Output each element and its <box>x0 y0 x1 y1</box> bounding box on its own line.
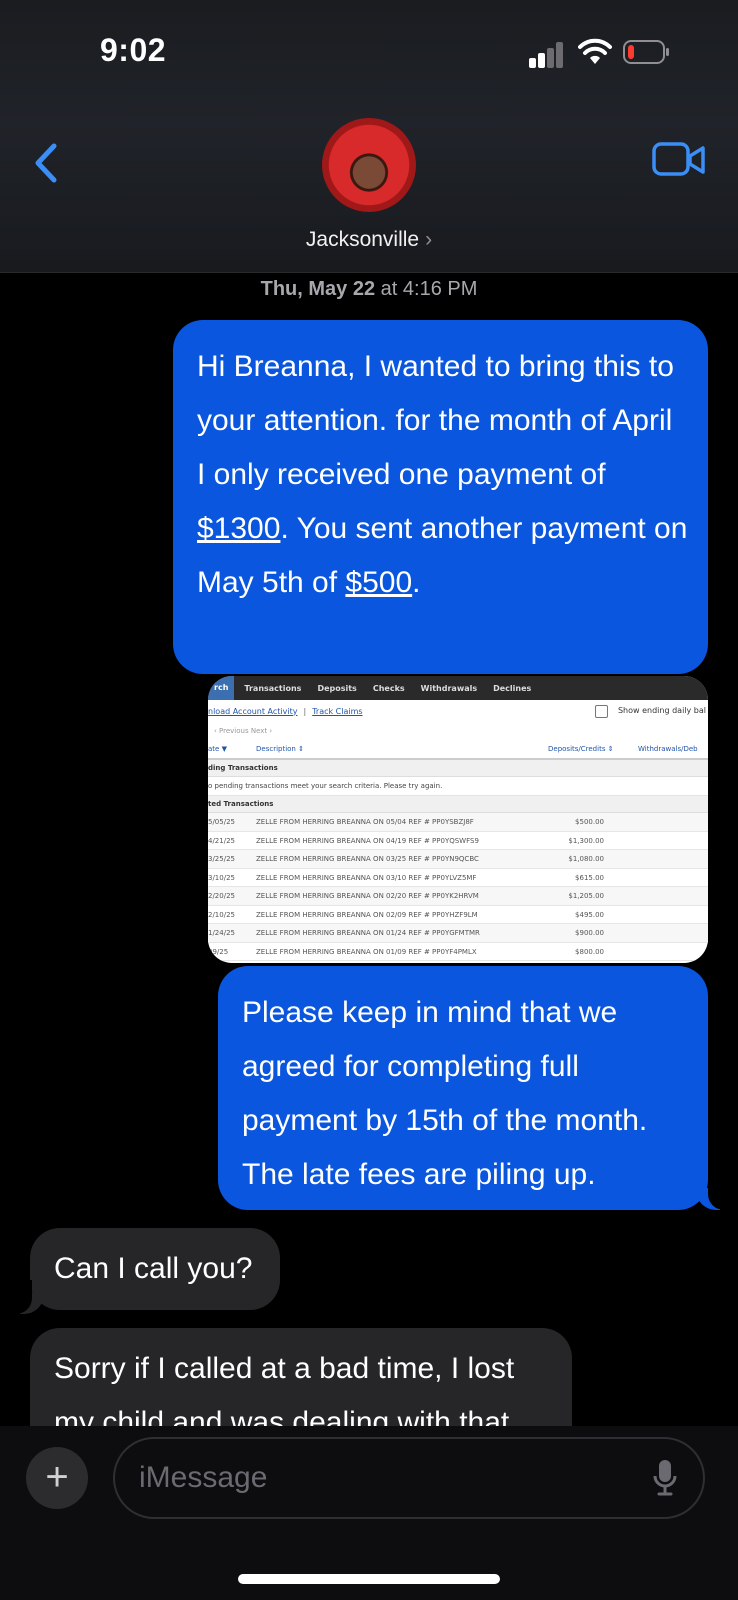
row-amount: $1,080.00 <box>568 855 604 863</box>
battery-icon <box>623 40 669 64</box>
contact-name-button[interactable]: Jacksonville › <box>0 228 738 252</box>
table-row: 4/21/25 ZELLE FROM HERRING BREANNA ON 04… <box>208 832 708 850</box>
message-text: Hi Breanna, I wanted to bring this to yo… <box>197 350 674 491</box>
row-description: ZELLE FROM HERRING BREANNA ON 02/20 REF … <box>256 892 479 900</box>
screenshot-tab: Checks <box>372 683 405 693</box>
home-indicator[interactable] <box>238 1574 500 1584</box>
row-date: 2/20/25 <box>208 892 235 900</box>
screenshot-tab: Deposits <box>317 683 357 693</box>
row-amount: $800.00 <box>575 947 604 956</box>
received-message-bubble[interactable]: Can I call you? <box>30 1228 280 1310</box>
row-description: ZELLE FROM HERRING BREANNA ON 01/09 REF … <box>256 947 477 956</box>
microphone-icon[interactable] <box>653 1459 677 1497</box>
contact-avatar[interactable] <box>322 118 416 212</box>
row-amount: $495.00 <box>575 910 604 919</box>
money-link[interactable]: $500 <box>345 566 412 599</box>
row-date: 5/05/25 <box>208 818 235 826</box>
table-row: 1/24/25 ZELLE FROM HERRING BREANNA ON 01… <box>208 924 708 943</box>
screenshot-section-title: ted Transactions <box>208 796 708 813</box>
table-row: 5/05/25 ZELLE FROM HERRING BREANNA ON 05… <box>208 813 708 832</box>
row-description: ZELLE FROM HERRING BREANNA ON 03/25 REF … <box>256 855 479 863</box>
row-date: 3/10/25 <box>208 873 235 882</box>
conversation-header: 9:02 Jacksonville › <box>0 0 738 273</box>
row-description: ZELLE FROM HERRING BREANNA ON 01/24 REF … <box>256 929 480 937</box>
message-text: . <box>412 566 421 599</box>
screenshot-nav-bar: rch Transactions Deposits Checks Withdra… <box>208 676 708 700</box>
row-date: 09/25 <box>208 947 229 956</box>
screenshot-table-header: ate ▼ Description ⇕ Deposits/Credits ⇕ W… <box>208 740 708 760</box>
cellular-signal-icon <box>529 42 565 68</box>
bank-screenshot-image[interactable]: rch Transactions Deposits Checks Withdra… <box>208 676 708 963</box>
table-row: 2/10/25 ZELLE FROM HERRING BREANNA ON 02… <box>208 906 708 924</box>
money-link[interactable]: $1300 <box>197 512 280 545</box>
timestamp-time: at 4:16 PM <box>375 278 478 300</box>
screenshot-tab: Withdrawals <box>420 683 478 693</box>
row-date: 2/10/25 <box>208 910 235 919</box>
row-amount: $1,205.00 <box>568 892 604 900</box>
status-time: 9:02 <box>100 32 167 68</box>
row-description: ZELLE FROM HERRING BREANNA ON 02/09 REF … <box>256 910 478 919</box>
screenshot-tab: rch <box>208 676 235 700</box>
screenshot-empty-note: o pending transactions meet your search … <box>208 777 708 796</box>
table-row: 3/10/25 ZELLE FROM HERRING BREANNA ON 03… <box>208 869 708 887</box>
screenshot-section-title: ding Transactions <box>208 760 708 777</box>
sent-message-bubble[interactable]: Please keep in mind that we agreed for c… <box>218 966 708 1210</box>
screenshot-checkbox <box>595 705 608 718</box>
screenshot-link: Track Claims <box>312 706 363 716</box>
screenshot-link: nload Account Activity <box>208 706 298 716</box>
chevron-right-icon: › <box>425 228 433 251</box>
screenshot-tab: Declines <box>493 683 532 693</box>
back-chevron-icon[interactable] <box>28 140 68 186</box>
row-date: 3/25/25 <box>208 855 235 863</box>
imessage-placeholder: iMessage <box>139 1461 268 1494</box>
row-amount: $615.00 <box>575 873 604 882</box>
message-text: Please keep in mind that we agreed for c… <box>242 996 648 1191</box>
wifi-icon <box>578 38 612 64</box>
row-amount: $500.00 <box>575 818 604 826</box>
row-date: 4/21/25 <box>208 836 235 845</box>
table-row: 3/25/25 ZELLE FROM HERRING BREANNA ON 03… <box>208 850 708 869</box>
imessage-input[interactable]: iMessage <box>113 1437 705 1519</box>
screenshot-rows: 5/05/25 ZELLE FROM HERRING BREANNA ON 05… <box>208 813 708 961</box>
screenshot-pager: ‹ Previous Next › <box>214 727 273 735</box>
screenshot-col-header: ate ▼ <box>208 745 227 753</box>
row-amount: $900.00 <box>575 929 604 937</box>
message-timestamp: Thu, May 22 at 4:16 PM <box>0 278 738 301</box>
screenshot-separator: | <box>303 706 307 716</box>
row-description: ZELLE FROM HERRING BREANNA ON 05/04 REF … <box>256 818 474 826</box>
row-amount: $1,300.00 <box>568 836 604 845</box>
screenshot-checkbox-label: Show ending daily bal <box>617 706 706 715</box>
message-text: Can I call you? <box>54 1252 253 1285</box>
screenshot-links: nload Account Activity | Track Claims Sh… <box>208 700 708 722</box>
row-description: ZELLE FROM HERRING BREANNA ON 04/19 REF … <box>256 836 479 845</box>
table-row: 09/25 ZELLE FROM HERRING BREANNA ON 01/0… <box>208 943 708 961</box>
screenshot-tab: Transactions <box>244 683 302 693</box>
row-description: ZELLE FROM HERRING BREANNA ON 03/10 REF … <box>256 873 477 882</box>
bubble-tail-mask <box>708 1176 730 1210</box>
screenshot-col-header: Withdrawals/Deb <box>638 745 698 753</box>
timestamp-day: Thu, May 22 <box>260 278 376 300</box>
screenshot-col-header: Deposits/Credits ⇕ <box>548 745 614 753</box>
sent-message-bubble[interactable]: Hi Breanna, I wanted to bring this to yo… <box>173 320 708 674</box>
table-row: 2/20/25 ZELLE FROM HERRING BREANNA ON 02… <box>208 887 708 906</box>
plus-button[interactable]: + <box>26 1447 88 1509</box>
video-camera-icon[interactable] <box>652 140 706 180</box>
screenshot-col-header: Description ⇕ <box>256 745 304 753</box>
row-date: 1/24/25 <box>208 929 235 937</box>
contact-name: Jacksonville <box>305 228 420 251</box>
